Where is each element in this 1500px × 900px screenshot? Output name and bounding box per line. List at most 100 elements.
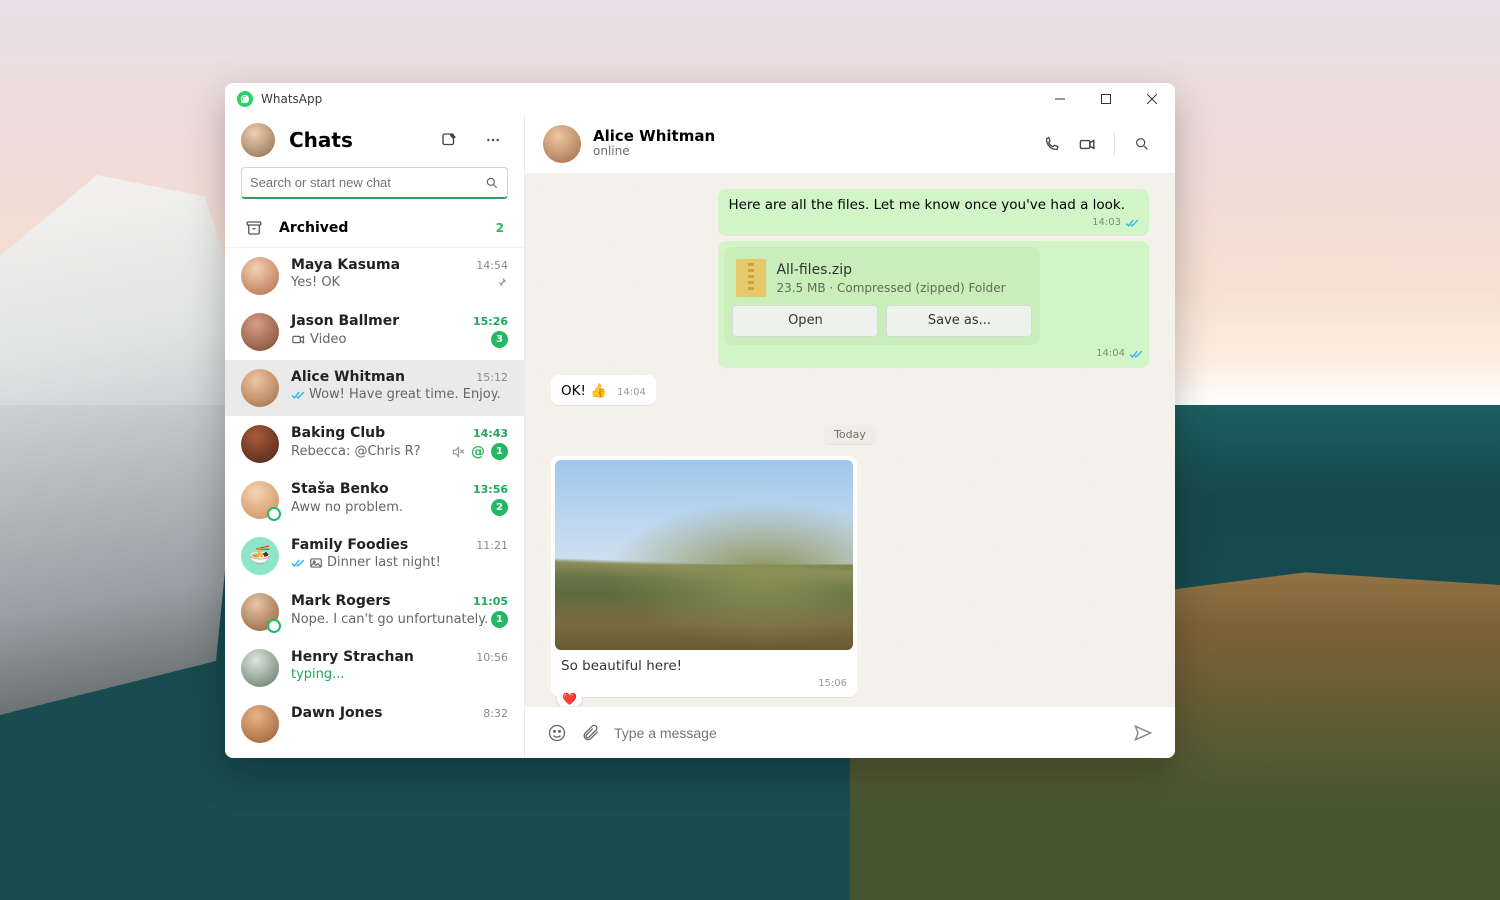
chat-time: 15:12 [476,371,508,384]
message-out[interactable]: Here are all the files. Let me know once… [718,189,1149,235]
read-ticks-icon [1129,347,1143,361]
message-time: 15:06 [818,678,847,689]
titlebar: WhatsApp [225,83,1175,115]
mute-icon [451,445,465,459]
archived-label: Archived [279,220,348,236]
contact-avatar[interactable] [543,125,581,163]
chat-time: 15:26 [473,315,508,328]
video-call-button[interactable] [1072,129,1102,159]
file-open-button[interactable]: Open [732,305,878,337]
chat-name: Henry Strachan [291,649,414,665]
message-area[interactable]: Here are all the files. Let me know once… [525,173,1175,706]
chat-time: 14:43 [473,427,508,440]
video-icon [291,332,306,347]
search-in-chat-button[interactable] [1127,129,1157,159]
chat-list-item[interactable]: Baking Club14:43Rebecca: @Chris R?@1 [225,416,524,472]
chat-preview: Rebecca: @Chris R? [291,444,421,459]
message-text: Here are all the files. Let me know once… [728,197,1125,213]
chat-list-item[interactable]: Family Foodies 11:21 Dinner last night! [225,528,524,584]
chat-list-item[interactable]: Maya Kasuma 14:54 Yes! OK [225,248,524,304]
window-maximize-button[interactable] [1083,83,1129,115]
chat-list[interactable]: Maya Kasuma 14:54 Yes! OK Jason Ballmer 15:2… [225,248,524,758]
file-name: All-files.zip [776,261,1005,280]
chat-name: Alice Whitman [291,369,405,385]
conversation-header: Alice Whitman online [525,115,1175,173]
chat-name: Baking Club [291,425,385,441]
window-minimize-button[interactable] [1037,83,1083,115]
more-menu-button[interactable] [478,125,508,155]
chat-avatar [241,705,279,743]
chat-preview: Yes! OK [291,275,340,290]
mention-icon: @ [471,444,485,460]
read-ticks-icon [291,556,305,570]
chat-list-item[interactable]: Mark Rogers11:05Nope. I can't go unfortu… [225,584,524,640]
new-chat-button[interactable] [434,125,464,155]
message-text: OK! 👍 [561,382,607,400]
unread-badge: 3 [491,331,508,348]
search-field[interactable] [241,167,508,199]
reaction-badge[interactable]: ❤️ [557,691,582,706]
message-input[interactable] [614,725,1119,741]
chat-preview: Wow! Have great time. Enjoy. [291,387,501,402]
chat-list-item[interactable]: Jason Ballmer 15:26 Video 3 [225,304,524,360]
message-time: 14:04 [1096,347,1125,361]
chat-name: Staša Benko [291,481,389,497]
chat-list-item[interactable]: Staša Benko13:56Aww no problem.2 [225,472,524,528]
send-button[interactable] [1133,723,1153,743]
conversation-pane: Alice Whitman online [525,115,1175,758]
chat-list-item[interactable]: Henry Strachan 10:56 typing... [225,640,524,696]
read-ticks-icon [1125,216,1139,230]
chat-time: 8:32 [483,707,508,720]
separator [1114,133,1115,155]
image-caption: So beautiful here! [555,650,853,678]
zip-file-icon [736,259,766,297]
chat-list-item[interactable]: Alice Whitman 15:12 Wow! Have great time. … [225,360,524,416]
search-icon [485,176,499,190]
photo-icon [309,556,323,570]
chat-time: 14:54 [476,259,508,272]
chat-avatar [241,537,279,575]
chat-preview: typing... [291,667,345,682]
image-attachment[interactable] [555,460,853,650]
file-save-button[interactable]: Save as... [886,305,1032,337]
file-attachment: All-files.zip 23.5 MB · Compressed (zipp… [724,247,1040,345]
archive-icon [245,219,263,237]
app-window: WhatsApp Chats [225,83,1175,758]
chat-time: 11:05 [473,595,508,608]
sidebar: Chats Archived 2 Maya Kasuma14:54 [225,115,525,758]
attach-button[interactable] [581,723,600,742]
chat-avatar [241,313,279,351]
chat-avatar [241,593,279,631]
chat-time: 13:56 [473,483,508,496]
chat-avatar [241,649,279,687]
status-ring-icon [267,507,281,521]
composer [525,706,1175,758]
message-in[interactable]: OK! 👍 14:04 [551,375,656,405]
chat-name: Jason Ballmer [291,313,399,329]
read-ticks-icon [291,388,305,402]
chat-list-item[interactable]: Dawn Jones8:32 [225,696,524,752]
window-close-button[interactable] [1129,83,1175,115]
pin-icon [495,276,508,289]
chat-time: 11:21 [476,539,508,552]
self-avatar[interactable] [241,123,275,157]
status-ring-icon [267,619,281,633]
unread-badge: 1 [491,611,508,628]
message-in-image[interactable]: So beautiful here! 15:06 ❤️ [551,456,857,697]
chat-preview: Video [291,332,346,347]
message-out-file[interactable]: All-files.zip 23.5 MB · Compressed (zipp… [718,241,1149,367]
contact-status: online [593,144,715,160]
archived-count: 2 [496,221,504,235]
chat-name: Family Foodies [291,537,408,553]
unread-badge: 2 [491,499,508,516]
archived-row[interactable]: Archived 2 [225,209,524,248]
search-input[interactable] [250,175,485,190]
chat-avatar [241,369,279,407]
file-meta: 23.5 MB · Compressed (zipped) Folder [776,280,1005,296]
voice-call-button[interactable] [1036,129,1066,159]
chat-time: 10:56 [476,651,508,664]
chat-preview: Dinner last night! [291,555,441,570]
chat-name: Maya Kasuma [291,257,400,273]
emoji-button[interactable] [547,723,567,743]
whatsapp-logo-icon [237,91,253,107]
